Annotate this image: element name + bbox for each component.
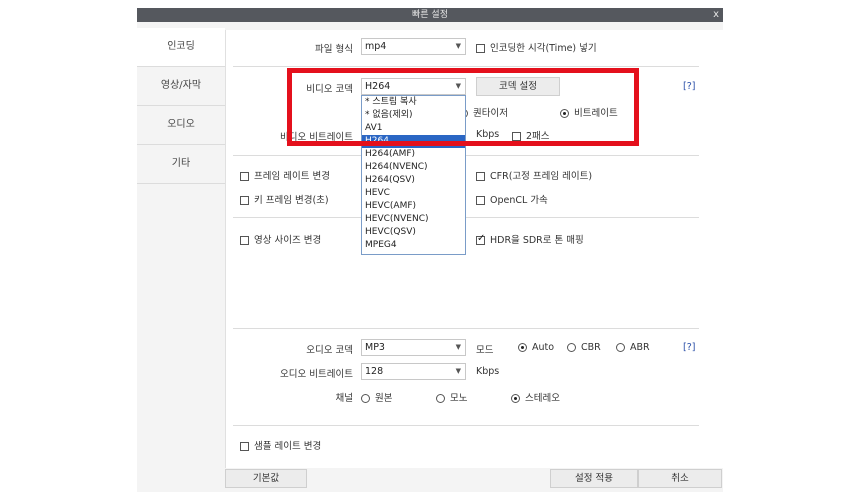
hdr-checkbox[interactable]: HDR을 SDR로 톤 매핑 xyxy=(476,232,584,246)
hdr-label: HDR을 SDR로 톤 매핑 xyxy=(490,235,584,246)
divider xyxy=(233,425,699,426)
chevron-down-icon: ▼ xyxy=(455,367,461,375)
apply-button[interactable]: 설정 적용 xyxy=(550,469,638,488)
title-bar[interactable]: 빠른 설정 x xyxy=(137,8,723,22)
chevron-down-icon: ▼ xyxy=(455,343,461,351)
mode-abr-radio[interactable]: ABR xyxy=(616,342,650,353)
time-option-checkbox[interactable]: 인코딩한 시각(Time) 넣기 xyxy=(476,40,597,54)
mode-abr-label: ABR xyxy=(630,342,650,353)
resize-label: 영상 사이즈 변경 xyxy=(254,235,322,246)
divider xyxy=(233,66,699,67)
frame-rate-checkbox[interactable]: 프레임 레이트 변경 xyxy=(240,168,330,182)
checkbox-icon xyxy=(476,172,485,181)
radio-icon xyxy=(436,394,445,403)
mode-cbr-radio[interactable]: CBR xyxy=(567,342,601,353)
dialog-title: 빠른 설정 xyxy=(412,10,448,20)
close-icon[interactable]: x xyxy=(713,8,719,22)
file-format-select[interactable]: mp4 ▼ xyxy=(361,38,466,55)
chevron-down-icon: ▼ xyxy=(455,42,461,50)
tab-encoding[interactable]: 인코딩 xyxy=(137,28,225,67)
audio-help-link[interactable]: [?] xyxy=(683,342,695,353)
file-format-value: mp4 xyxy=(365,41,387,52)
dropdown-option[interactable]: H264(QSV) xyxy=(362,174,465,187)
audio-codec-select[interactable]: MP3 ▼ xyxy=(361,339,466,356)
mode-auto-radio[interactable]: Auto xyxy=(518,342,554,353)
cancel-button[interactable]: 취소 xyxy=(638,469,722,488)
channel-mono-label: 모노 xyxy=(450,393,468,404)
checkbox-icon xyxy=(240,236,249,245)
checkbox-icon xyxy=(476,44,485,53)
channel-stereo-label: 스테레오 xyxy=(525,393,560,404)
default-button[interactable]: 기본값 xyxy=(225,469,307,488)
file-format-label: 파일 형식 xyxy=(315,44,353,55)
audio-bitrate-unit: Kbps xyxy=(476,366,500,377)
checkbox-checked-icon xyxy=(476,233,485,245)
dropdown-option[interactable]: HEVC(NVENC) xyxy=(362,213,465,226)
checkbox-icon xyxy=(240,196,249,205)
cfr-checkbox[interactable]: CFR(고정 프레임 레이트) xyxy=(476,168,592,182)
video-help-link[interactable]: [?] xyxy=(683,81,695,92)
keyframe-checkbox[interactable]: 키 프레임 변경(초) xyxy=(240,192,329,206)
frame-rate-label: 프레임 레이트 변경 xyxy=(254,171,330,182)
channel-mono-radio[interactable]: 모노 xyxy=(436,390,467,404)
dropdown-option[interactable]: HEVC xyxy=(362,187,465,200)
sample-rate-label: 샘플 레이트 변경 xyxy=(254,441,322,452)
checkbox-icon xyxy=(476,196,485,205)
audio-codec-label: 오디오 코덱 xyxy=(306,345,353,356)
sample-rate-checkbox[interactable]: 샘플 레이트 변경 xyxy=(240,438,321,452)
divider xyxy=(233,217,699,218)
opencl-label: OpenCL 가속 xyxy=(490,195,548,206)
dropdown-option[interactable]: H264(NVENC) xyxy=(362,161,465,174)
radio-selected-icon xyxy=(511,394,520,403)
tab-video-subtitle[interactable]: 영상/자막 xyxy=(137,67,225,106)
highlight-annotation-box xyxy=(287,68,639,146)
radio-icon xyxy=(616,343,625,352)
divider xyxy=(233,155,699,156)
tab-etc[interactable]: 기타 xyxy=(137,145,225,184)
mode-cbr-label: CBR xyxy=(581,342,601,353)
radio-icon xyxy=(567,343,576,352)
audio-bitrate-select[interactable]: 128 ▼ xyxy=(361,363,466,380)
checkbox-icon xyxy=(240,442,249,451)
audio-mode-label: 모드 xyxy=(476,345,494,356)
audio-bitrate-label: 오디오 비트레이트 xyxy=(280,369,353,380)
dropdown-option[interactable]: HEVC(QSV) xyxy=(362,226,465,239)
channel-original-radio[interactable]: 원본 xyxy=(361,390,392,404)
radio-icon xyxy=(361,394,370,403)
tab-audio[interactable]: 오디오 xyxy=(137,106,225,145)
channel-original-label: 원본 xyxy=(375,393,393,404)
dropdown-option[interactable]: HEVC(AMF) xyxy=(362,200,465,213)
divider xyxy=(233,328,699,329)
checkbox-icon xyxy=(240,172,249,181)
resize-checkbox[interactable]: 영상 사이즈 변경 xyxy=(240,232,321,246)
opencl-checkbox[interactable]: OpenCL 가속 xyxy=(476,192,548,206)
time-option-label: 인코딩한 시각(Time) 넣기 xyxy=(490,43,597,54)
channel-label: 채널 xyxy=(335,393,353,404)
audio-bitrate-value: 128 xyxy=(365,366,384,377)
channel-stereo-radio[interactable]: 스테레오 xyxy=(511,390,560,404)
audio-codec-value: MP3 xyxy=(365,342,385,353)
mode-auto-label: Auto xyxy=(532,342,555,353)
radio-selected-icon xyxy=(518,343,527,352)
cfr-label: CFR(고정 프레임 레이트) xyxy=(490,171,593,182)
dropdown-option[interactable]: H264(AMF) xyxy=(362,148,465,161)
dropdown-option[interactable]: MPEG4 xyxy=(362,239,465,252)
keyframe-label: 키 프레임 변경(초) xyxy=(254,195,329,206)
